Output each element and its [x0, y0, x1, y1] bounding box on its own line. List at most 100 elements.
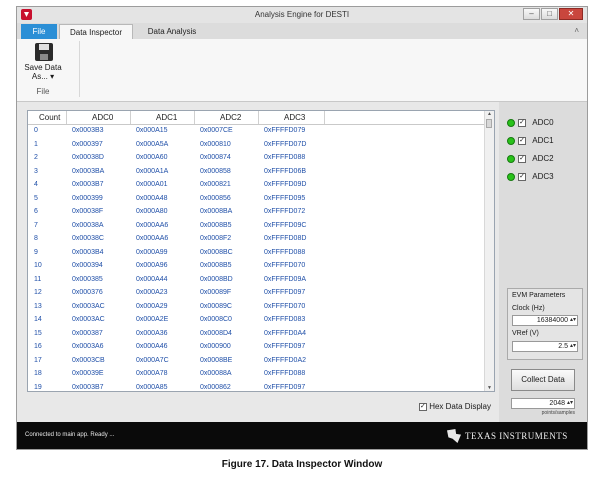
- table-cell-adc3: 0xFFFFD083: [264, 316, 306, 323]
- ribbon-collapse-icon[interactable]: ˄: [574, 26, 579, 35]
- column-header-adc1[interactable]: ADC1: [156, 113, 177, 122]
- channel-adc3-checkbox[interactable]: ✓: [518, 172, 526, 181]
- brand-label: TEXAS INSTRUMENTS: [465, 431, 568, 441]
- save-data-as-button[interactable]: Save Data As... ▾: [21, 41, 65, 85]
- table-row[interactable]: 1 0x000397 0x000A5A 0x000810 0xFFFFD07D: [28, 139, 488, 152]
- table-cell-adc3: 0xFFFFD097: [264, 383, 306, 391]
- table-cell-adc2: 0x000862: [200, 383, 231, 391]
- minimize-button[interactable]: –: [523, 8, 540, 20]
- channel-adc0-checkbox[interactable]: ✓: [518, 118, 526, 127]
- close-button[interactable]: ✕: [559, 8, 583, 20]
- table-cell-adc0: 0x0003AC: [72, 316, 105, 323]
- channel-adc3[interactable]: ✓ ADC3: [507, 172, 554, 184]
- table-row[interactable]: 8 0x00038C 0x000AA6 0x0008F2 0xFFFFD08D: [28, 233, 488, 246]
- table-cell-count: 3: [34, 167, 38, 175]
- column-header-adc3[interactable]: ADC3: [284, 113, 305, 122]
- tab-file[interactable]: File: [21, 24, 57, 39]
- table-cell-adc2: 0x0008BE: [200, 356, 233, 364]
- table-cell-count: 19: [34, 383, 42, 391]
- main-area: Count ADC0 ADC1 ADC2 ADC3 0 0x0003B3 0x000…: [17, 102, 499, 422]
- vref-spinner[interactable]: 2.5 ▴▾: [512, 341, 578, 352]
- column-header-count[interactable]: Count: [39, 113, 60, 122]
- hex-data-display-checkbox[interactable]: ✓: [418, 402, 427, 411]
- table-cell-count: 15: [34, 329, 42, 337]
- table-cell-adc1: 0x000AA6: [136, 235, 169, 242]
- spinner-arrows-icon[interactable]: ▴▾: [567, 399, 573, 408]
- table-cell-adc0: 0x0003B7: [72, 181, 104, 188]
- table-row[interactable]: 17 0x0003CB 0x000A7C 0x0008BE 0xFFFFD0A2: [28, 355, 488, 368]
- tab-data-analysis[interactable]: Data Analysis: [137, 24, 207, 39]
- channel-adc2-checkbox[interactable]: ✓: [518, 154, 526, 163]
- table-cell-adc3: 0xFFFFD06B: [264, 167, 307, 175]
- table-cell-adc2: 0x0008B5: [200, 262, 232, 269]
- table-row[interactable]: 4 0x0003B7 0x000A01 0x000821 0xFFFFD09D: [28, 179, 488, 192]
- column-header-adc2[interactable]: ADC2: [220, 113, 241, 122]
- table-cell-adc1: 0x000A44: [136, 275, 168, 283]
- spinner-arrows-icon[interactable]: ▴▾: [570, 316, 576, 325]
- column-header-adc0[interactable]: ADC0: [92, 113, 113, 122]
- points-unit-label: points/samples: [541, 410, 575, 416]
- table-cell-adc0: 0x0003B4: [72, 248, 104, 256]
- table-row[interactable]: 0 0x0003B3 0x000A15 0x0007CE 0xFFFFD079: [28, 125, 488, 138]
- table-cell-adc0: 0x000385: [72, 275, 103, 283]
- table-cell-adc0: 0x000376: [72, 289, 103, 296]
- points-value: 2048: [549, 400, 565, 407]
- scroll-up-icon[interactable]: ▲: [485, 111, 494, 117]
- status-text: Connected to main app. Ready ...: [25, 432, 115, 438]
- table-cell-adc2: 0x0008C0: [200, 316, 232, 323]
- table-row[interactable]: 13 0x0003AC 0x000A29 0x00089C 0xFFFFD070: [28, 301, 488, 314]
- table-row[interactable]: 5 0x000399 0x000A48 0x000856 0xFFFFD095: [28, 193, 488, 206]
- save-data-as-label: Save Data As... ▾: [24, 63, 62, 81]
- table-row[interactable]: 3 0x0003BA 0x000A1A 0x000858 0xFFFFD06B: [28, 166, 488, 179]
- table-cell-adc0: 0x00038D: [72, 154, 104, 161]
- app-window: Analysis Engine for DESTI – □ ✕ File Dat…: [16, 6, 588, 450]
- points-spinner[interactable]: 2048 ▴▾: [511, 398, 575, 409]
- tab-data-inspector[interactable]: Data Inspector: [59, 24, 133, 39]
- table-cell-adc2: 0x0008BC: [200, 248, 233, 256]
- table-cell-adc3: 0xFFFFD07D: [264, 140, 307, 148]
- table-cell-adc2: 0x00089F: [200, 289, 232, 296]
- table-cell-count: 8: [34, 235, 38, 242]
- table-cell-adc2: 0x000858: [200, 167, 231, 175]
- status-led-icon: [507, 118, 515, 127]
- spinner-arrows-icon[interactable]: ▴▾: [570, 342, 576, 351]
- hex-data-display-toggle[interactable]: ✓ Hex Data Display: [418, 402, 491, 411]
- clock-label: Clock (Hz): [512, 305, 545, 312]
- collect-data-button[interactable]: Collect Data: [511, 369, 575, 391]
- table-row[interactable]: 2 0x00038D 0x000A60 0x000874 0xFFFFD088: [28, 152, 488, 165]
- table-cell-adc0: 0x00039E: [72, 370, 104, 377]
- maximize-button[interactable]: □: [541, 8, 558, 20]
- channel-adc0[interactable]: ✓ ADC0: [507, 118, 554, 130]
- table-row[interactable]: 6 0x00038F 0x000A80 0x0008BA 0xFFFFD072: [28, 206, 488, 219]
- table-cell-adc0: 0x00038F: [72, 208, 104, 215]
- scrollbar-thumb[interactable]: [486, 119, 492, 128]
- save-disk-icon: [35, 43, 53, 61]
- grid-vertical-scrollbar[interactable]: ▲ ▼: [484, 111, 494, 391]
- table-cell-adc0: 0x000399: [72, 194, 103, 202]
- table-row[interactable]: 18 0x00039E 0x000A78 0x00088A 0xFFFFD088: [28, 368, 488, 381]
- table-row[interactable]: 7 0x00038A 0x000AA6 0x0008B5 0xFFFFD09C: [28, 220, 488, 233]
- table-cell-adc3: 0xFFFFD08D: [264, 235, 307, 242]
- vref-label: VRef (V): [512, 330, 539, 337]
- side-panel: ✓ ADC0 ✓ ADC1 ✓ ADC2 ✓ ADC3 EVM Paramete…: [499, 102, 587, 422]
- scroll-down-icon[interactable]: ▼: [485, 385, 494, 391]
- table-cell-count: 16: [34, 343, 42, 350]
- table-row[interactable]: 9 0x0003B4 0x000A99 0x0008BC 0xFFFFD088: [28, 247, 488, 260]
- table-row[interactable]: 15 0x000387 0x000A36 0x0008D4 0xFFFFD0A4: [28, 328, 488, 341]
- channel-adc1-checkbox[interactable]: ✓: [518, 136, 526, 145]
- table-cell-adc1: 0x000A1A: [136, 167, 169, 175]
- table-cell-adc2: 0x000821: [200, 181, 231, 188]
- table-cell-adc1: 0x000A80: [136, 208, 168, 215]
- vref-value: 2.5: [558, 343, 568, 350]
- table-row[interactable]: 10 0x000394 0x000A96 0x0008B5 0xFFFFD070: [28, 260, 488, 273]
- data-grid[interactable]: Count ADC0 ADC1 ADC2 ADC3 0 0x0003B3 0x000…: [27, 110, 495, 392]
- table-cell-adc1: 0x000A60: [136, 154, 168, 161]
- table-row[interactable]: 12 0x000376 0x000A23 0x00089F 0xFFFFD097: [28, 287, 488, 300]
- table-row[interactable]: 11 0x000385 0x000A44 0x0008BD 0xFFFFD09A: [28, 274, 488, 287]
- channel-adc1[interactable]: ✓ ADC1: [507, 136, 554, 148]
- table-row[interactable]: 14 0x0003AC 0x000A2E 0x0008C0 0xFFFFD083: [28, 314, 488, 327]
- table-row[interactable]: 19 0x0003B7 0x000A85 0x000862 0xFFFFD097: [28, 382, 488, 392]
- table-row[interactable]: 16 0x0003A6 0x000A46 0x000900 0xFFFFD097: [28, 341, 488, 354]
- channel-adc2[interactable]: ✓ ADC2: [507, 154, 554, 166]
- clock-spinner[interactable]: 16384000 ▴▾: [512, 315, 578, 326]
